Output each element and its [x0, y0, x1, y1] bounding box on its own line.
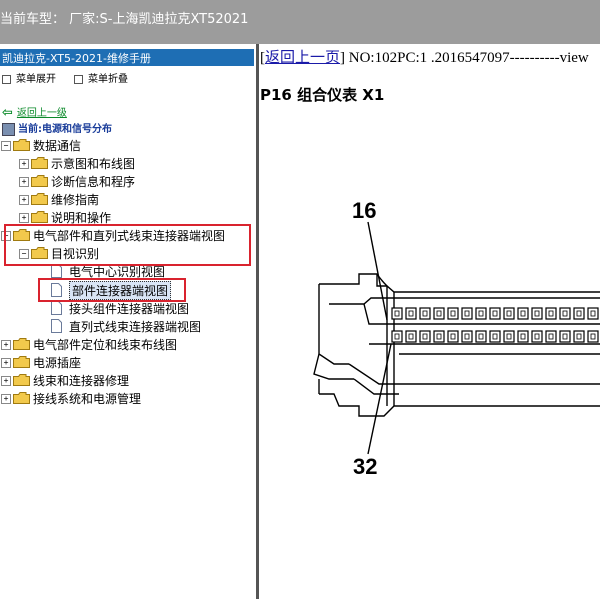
back-previous-page-link[interactable]: 返回上一页 [265, 50, 340, 66]
connector-end-view-figure: 16 32 [259, 194, 600, 524]
tree-node-label: 诊断信息和程序 [51, 175, 136, 189]
folder-icon [13, 338, 30, 350]
document-icon [51, 301, 62, 315]
computer-icon [2, 122, 15, 136]
tree-leaf-label: 接头组件连接器端视图 [69, 302, 190, 316]
highlight-box-electrical-components [4, 224, 251, 266]
bottom-pin-cavity [391, 330, 403, 343]
collapse-toggle-icon[interactable]: − [1, 141, 11, 151]
expand-toggle-icon[interactable]: + [1, 394, 11, 404]
back-link[interactable]: 返回上一级 [17, 108, 67, 119]
top-pin-cavity [419, 307, 431, 320]
top-pin-cavity [405, 307, 417, 320]
tree-node-label: 电气部件定位和线束布线图 [33, 338, 178, 352]
bottom-pin-cavity [447, 330, 459, 343]
manual-header: 凯迪拉克-XT5-2021-维修手册 [0, 49, 254, 66]
expand-icon [2, 74, 11, 84]
bottom-pin-cavity [419, 330, 431, 343]
document-title: P16 组合仪表 X1 [260, 86, 385, 104]
tree-node-label: 电源插座 [33, 356, 82, 370]
bottom-pin-cavity [587, 330, 599, 343]
expand-toggle-icon[interactable]: + [1, 340, 11, 350]
folder-icon [31, 211, 48, 223]
bottom-pin-cavity [461, 330, 473, 343]
tree-node-label: 线束和连接器修理 [33, 374, 130, 388]
expand-toggle-icon[interactable]: + [19, 213, 29, 223]
document-header-line: [返回上一页] NO:102PC:1 .2016547097----------… [260, 50, 589, 66]
window-titlebar: 当前车型： 厂家:S-上海凯迪拉克XT52021 [0, 0, 600, 44]
top-pin-cavity [559, 307, 571, 320]
top-pin-cavity [503, 307, 515, 320]
bottom-pin-cavity [433, 330, 445, 343]
current-location: 当前:电源和信号分布 [2, 120, 112, 136]
back-arrow-icon[interactable]: ⇦ [2, 106, 13, 121]
top-pin-cavity [517, 307, 529, 320]
bottom-pin-cavity [475, 330, 487, 343]
folder-icon [31, 193, 48, 205]
window-title: 当前车型： 厂家:S-上海凯迪拉克XT52021 [0, 12, 249, 27]
expand-toggle-icon[interactable]: + [1, 376, 11, 386]
top-pin-cavity [573, 307, 585, 320]
bottom-pin-cavity [405, 330, 417, 343]
folder-icon [13, 356, 30, 368]
document-view-panel: [返回上一页] NO:102PC:1 .2016547097----------… [259, 44, 600, 599]
top-pin-cavity [475, 307, 487, 320]
bottom-pin-cavity [517, 330, 529, 343]
document-id: NO:102PC:1 .2016547097----------view [348, 50, 589, 66]
bottom-pin-cavity [531, 330, 543, 343]
connector-diagram: 16 32 [313, 198, 600, 479]
top-pin-cavity [489, 307, 501, 320]
tree-node-label: 示意图和布线图 [51, 157, 136, 171]
tree-leaf-label: 直列式线束连接器端视图 [69, 320, 202, 334]
expand-toggle-icon[interactable]: + [1, 358, 11, 368]
manual-title: 凯迪拉克-XT5-2021-维修手册 [2, 52, 151, 65]
bottom-pin-cavity [503, 330, 515, 343]
bottom-pin-cavity [489, 330, 501, 343]
top-pin-cavity [461, 307, 473, 320]
top-pin-cavity [447, 307, 459, 320]
expand-toggle-icon[interactable]: + [19, 195, 29, 205]
highlight-box-component-connector-view [38, 278, 186, 302]
document-icon [51, 319, 62, 333]
expand-toggle-icon[interactable]: + [19, 177, 29, 187]
pin-row-bottom [391, 330, 599, 343]
document-icon [51, 264, 62, 278]
callout-line-top [367, 221, 388, 321]
expand-toggle-icon[interactable]: + [19, 159, 29, 169]
top-pin-cavity [433, 307, 445, 320]
collapse-icon [74, 74, 83, 84]
left-navigation-panel: 凯迪拉克-XT5-2021-维修手册 菜单展开 菜单折叠 ⇦ 返回上一级 当前:电… [0, 44, 254, 599]
callout-label-32: 32 [353, 454, 377, 479]
bottom-pin-cavity [545, 330, 557, 343]
folder-icon [13, 374, 30, 386]
collapse-menu-button[interactable]: 菜单折叠 [74, 70, 128, 85]
tree-node-label: 接线系统和电源管理 [33, 392, 142, 406]
top-pin-cavity [545, 307, 557, 320]
pin-row-top [391, 307, 599, 320]
expand-menu-button[interactable]: 菜单展开 [2, 70, 56, 85]
folder-icon [31, 157, 48, 169]
top-pin-cavity [531, 307, 543, 320]
callout-label-16: 16 [352, 198, 376, 223]
tree-node-label: 数据通信 [33, 139, 82, 153]
top-pin-cavity [391, 307, 403, 320]
tree-node-label: 维修指南 [51, 193, 100, 207]
back-link-row: ⇦ 返回上一级 [2, 104, 67, 121]
bottom-pin-cavity [559, 330, 571, 343]
top-pin-cavity [587, 307, 599, 320]
bottom-pin-cavity [573, 330, 585, 343]
folder-open-icon [13, 139, 30, 151]
folder-icon [31, 175, 48, 187]
folder-icon [13, 392, 30, 404]
